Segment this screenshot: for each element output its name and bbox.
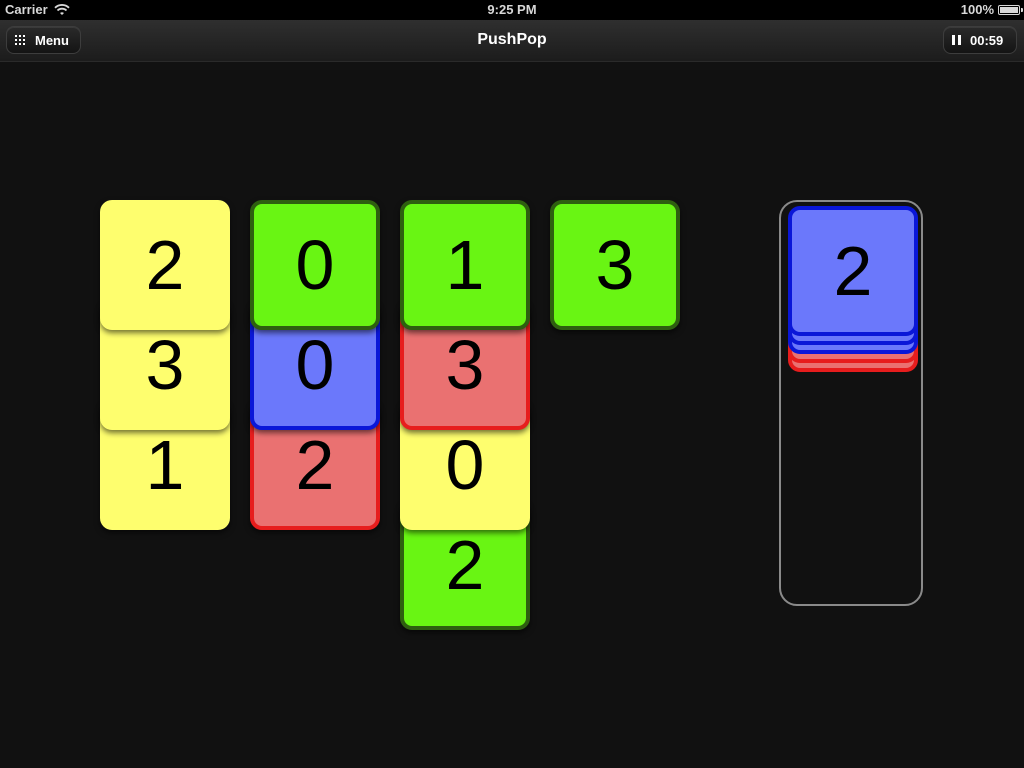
battery-indicator: 100%	[960, 2, 1023, 17]
battery-icon	[998, 4, 1023, 15]
pause-icon	[952, 35, 961, 45]
timer-label: 00:59	[970, 32, 1004, 48]
stack-tile: 2	[788, 206, 918, 336]
tile[interactable]: 3	[550, 200, 680, 330]
page-title: PushPop	[477, 31, 547, 48]
stack-tray[interactable]: 2	[779, 200, 923, 606]
pause-timer-button[interactable]: 00:59	[943, 26, 1017, 54]
game-board: 132 200 2031 3 2	[0, 63, 1024, 768]
tile[interactable]: 0	[250, 200, 380, 330]
nav-bar: Menu PushPop 00:59	[0, 20, 1024, 62]
tile[interactable]: 2	[100, 200, 230, 330]
status-time: 9:25 PM	[487, 2, 537, 17]
status-bar: Carrier 9:25 PM 100%	[0, 0, 1024, 20]
battery-percent: 100%	[960, 2, 994, 17]
tile[interactable]: 1	[400, 200, 530, 330]
